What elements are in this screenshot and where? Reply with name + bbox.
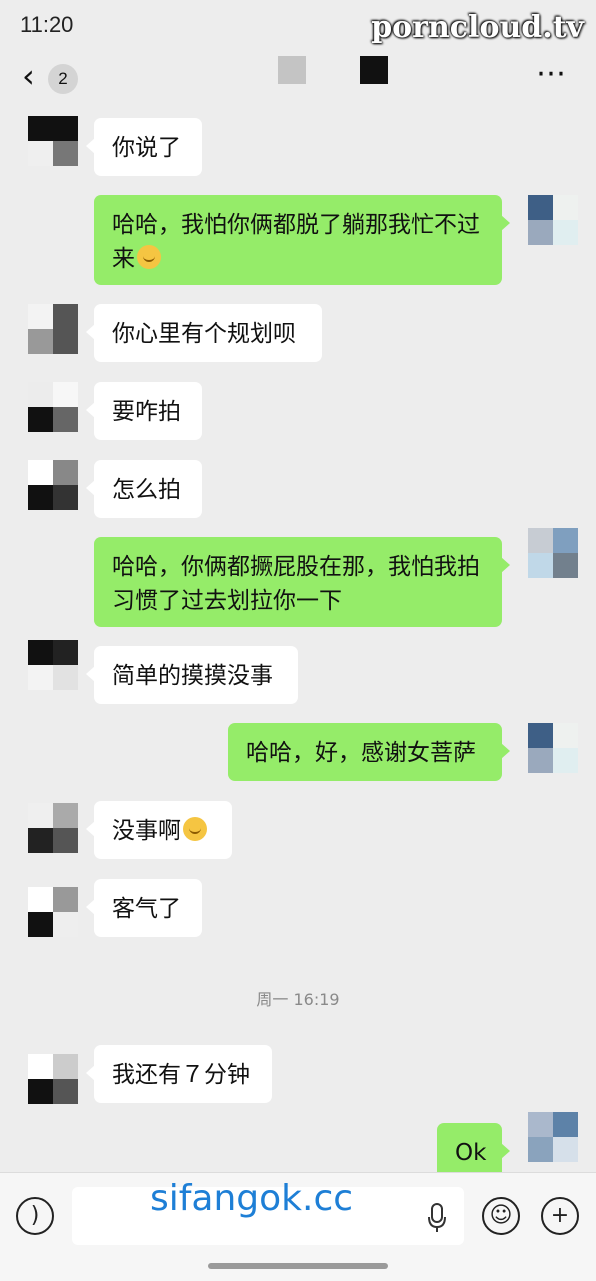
message-bubble-outgoing[interactable]: 哈哈，你俩都撅屁股在那，我怕我拍习惯了过去划拉你一下 [94, 537, 510, 627]
message-bubble-incoming[interactable]: 要咋拍 [86, 382, 202, 440]
message-bubble-incoming[interactable]: 怎么拍 [86, 460, 202, 518]
chevron-left-icon[interactable]: ‹ [22, 60, 35, 92]
more-dots-icon[interactable]: ⋯ [536, 56, 568, 91]
chat-title-redacted [278, 56, 388, 84]
chat-timestamp: 周一 16:19 [256, 990, 340, 1009]
unread-count-badge[interactable]: 2 [48, 64, 78, 94]
message-bubble-incoming[interactable]: 简单的摸摸没事 [86, 646, 298, 704]
message-text: 你说了 [112, 135, 181, 161]
smiley-icon[interactable]: ☺ [482, 1197, 520, 1235]
message-text: 我还有７分钟 [112, 1062, 250, 1088]
watermark-top: porncloud.tv [371, 10, 584, 45]
message-text: 哈哈，你俩都撅屁股在那，我怕我拍习惯了过去划拉你一下 [112, 554, 480, 614]
message-text: Ok [455, 1140, 487, 1166]
sneeze-face-emoji [137, 245, 161, 269]
avatar-self[interactable] [528, 195, 578, 245]
chat-header: ‹ 2 ⋯ [0, 50, 596, 106]
avatar[interactable] [28, 640, 78, 690]
avatar-self[interactable] [528, 1112, 578, 1162]
avatar[interactable] [28, 803, 78, 853]
home-indicator[interactable] [208, 1263, 388, 1269]
avatar[interactable] [28, 116, 78, 166]
watermark-bottom: sifangok.cc [150, 1178, 354, 1219]
avatar[interactable] [28, 304, 78, 354]
avatar[interactable] [28, 1054, 78, 1104]
mic-icon[interactable] [428, 1203, 446, 1233]
voice-icon[interactable]: ) [16, 1197, 54, 1235]
message-bubble-incoming[interactable]: 没事啊 [86, 801, 232, 859]
avatar[interactable] [28, 887, 78, 937]
plus-icon[interactable]: + [541, 1197, 579, 1235]
avatar[interactable] [28, 460, 78, 510]
avatar-self[interactable] [528, 723, 578, 773]
avatar-self[interactable] [528, 528, 578, 578]
message-bubble-incoming[interactable]: 我还有７分钟 [86, 1045, 272, 1103]
message-bubble-outgoing[interactable]: 哈哈，好，感谢女菩萨 [228, 723, 510, 781]
message-bubble-incoming[interactable]: 你心里有个规划呗 [86, 304, 322, 362]
message-text: 怎么拍 [112, 477, 181, 503]
avatar[interactable] [28, 382, 78, 432]
message-text: 简单的摸摸没事 [112, 663, 273, 689]
message-text: 客气了 [112, 896, 181, 922]
status-bar: 11:20 porncloud.tv [0, 0, 596, 50]
status-time: 11:20 [20, 12, 74, 37]
message-text: 没事啊 [112, 818, 181, 844]
message-text: 哈哈，好，感谢女菩萨 [246, 740, 476, 766]
message-bubble-incoming[interactable]: 客气了 [86, 879, 202, 937]
laugh-tears-emoji [183, 817, 207, 841]
message-text: 哈哈，我怕你俩都脱了躺那我忙不过来 [112, 212, 480, 272]
message-text: 要咋拍 [112, 399, 181, 425]
message-bubble-outgoing[interactable]: 哈哈，我怕你俩都脱了躺那我忙不过来 [94, 195, 510, 285]
message-bubble-incoming[interactable]: 你说了 [86, 118, 202, 176]
message-text: 你心里有个规划呗 [112, 321, 296, 347]
